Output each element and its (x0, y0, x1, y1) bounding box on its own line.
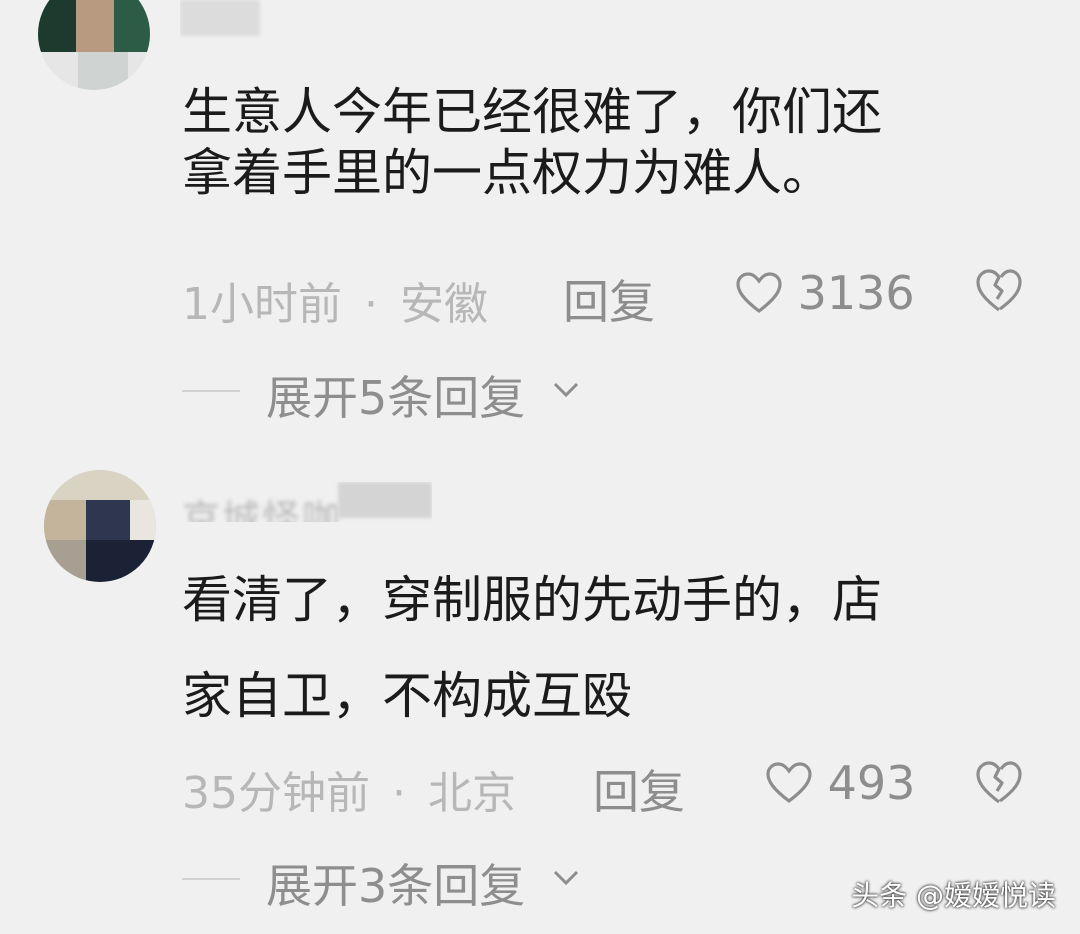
reply-button[interactable]: 回复 (563, 266, 655, 332)
like-button[interactable]: 3136 (735, 266, 915, 320)
chevron-down-icon (553, 382, 579, 398)
comment-text-line: 看清了，穿制服的先动手的，店 (182, 571, 882, 629)
meta-separator: · (364, 279, 378, 330)
comment-meta: 35分钟前 · 北京 (182, 757, 516, 821)
broken-heart-icon[interactable] (974, 266, 1024, 316)
like-button[interactable]: 493 (765, 756, 915, 810)
expand-replies-button[interactable]: 展开3条回复 (182, 850, 602, 913)
expand-label: 展开5条回复 (266, 371, 526, 425)
comment-text-line: 生意人今年已经很难了，你们还 (182, 83, 882, 141)
broken-heart-icon[interactable] (974, 758, 1024, 808)
heart-outline-icon (736, 272, 782, 314)
comment-text-line: 家自卫，不构成互殴 (182, 667, 632, 725)
comment-text: 生意人今年已经很难了，你们还 拿着手里的一点权力为难人。 (182, 83, 1042, 201)
username: 京城怪咖 (182, 497, 343, 522)
watermark: 头条 @嫒嫒悦读 (851, 879, 1056, 912)
comment-time: 35分钟前 (182, 768, 370, 819)
comment-time: 1小时前 (182, 279, 342, 330)
comment-location: 北京 (428, 768, 516, 819)
like-count: 493 (827, 756, 916, 810)
like-count: 3136 (797, 266, 915, 320)
expand-label: 展开3条回复 (266, 859, 526, 913)
comment-item: 京城怪咖 看清了，穿制服的先动手的，店 家自卫，不构成互殴 35分钟前 · 北京… (0, 460, 1080, 934)
chevron-down-icon (553, 870, 579, 886)
comment-item: 生意人今年已经很难了，你们还 拿着手里的一点权力为难人。 1小时前 · 安徽 回… (0, 0, 1080, 440)
comment-text: 看清了，穿制服的先动手的，店 家自卫，不构成互殴 (182, 571, 1042, 724)
avatar[interactable] (38, 0, 150, 90)
comment-location: 安徽 (400, 279, 488, 330)
divider (182, 878, 240, 880)
meta-separator: · (392, 768, 406, 819)
comment-meta: 1小时前 · 安徽 (182, 268, 488, 332)
avatar[interactable] (44, 470, 156, 582)
heart-outline-icon (766, 762, 812, 804)
username-blurred[interactable]: 京城怪咖 (182, 482, 432, 522)
username-blurred[interactable] (180, 0, 300, 40)
comment-text-line: 拿着手里的一点权力为难人。 (182, 144, 832, 202)
reply-button[interactable]: 回复 (593, 756, 685, 822)
divider (182, 390, 240, 392)
expand-replies-button[interactable]: 展开5条回复 (182, 362, 602, 425)
